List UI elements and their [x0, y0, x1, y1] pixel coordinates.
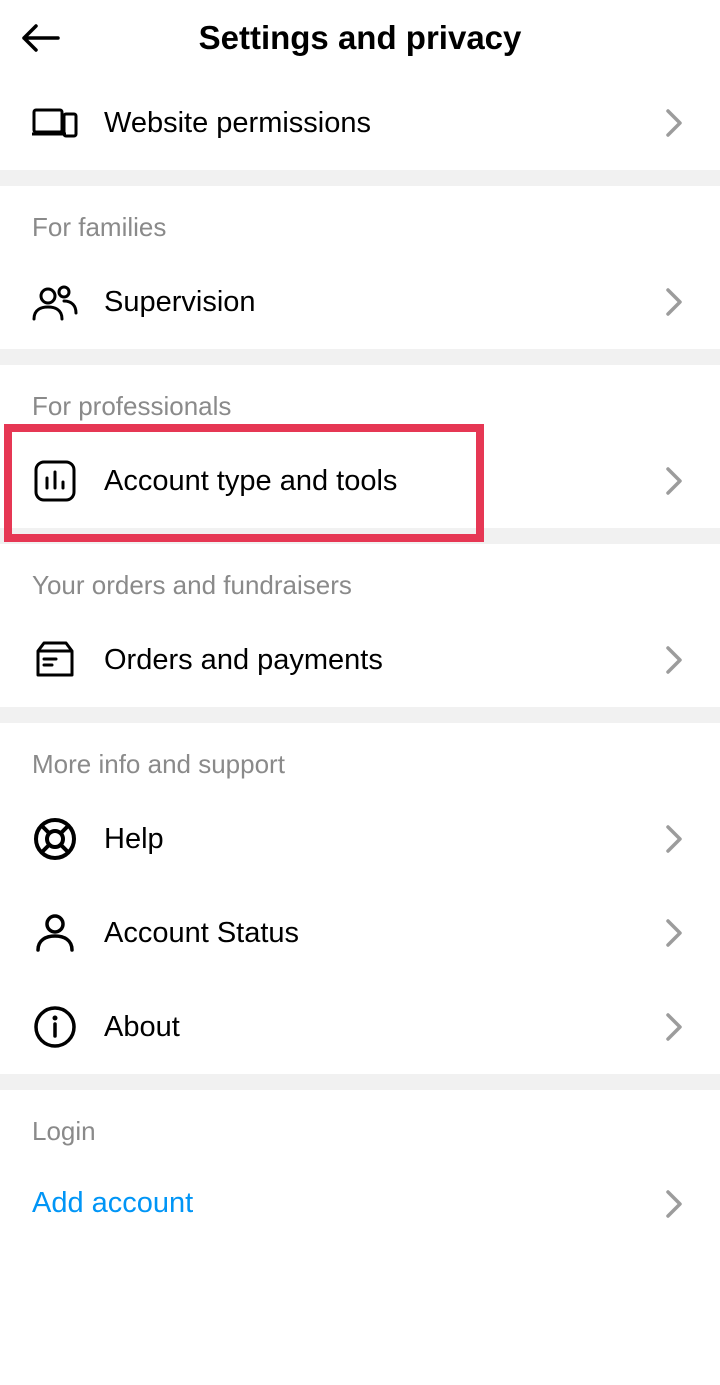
person-icon — [32, 910, 78, 956]
section-header-login: Login — [0, 1090, 720, 1159]
item-label: Help — [104, 823, 660, 856]
chevron-right-icon — [660, 1013, 688, 1041]
page-title: Settings and privacy — [64, 19, 656, 57]
item-label: Supervision — [104, 286, 660, 319]
chart-icon — [32, 458, 78, 504]
website-permissions-item[interactable]: Website permissions — [0, 76, 720, 170]
chevron-right-icon — [660, 1190, 688, 1218]
section-divider — [0, 1074, 720, 1090]
back-button[interactable] — [16, 14, 64, 62]
section-divider — [0, 349, 720, 365]
chevron-right-icon — [660, 825, 688, 853]
add-account-item[interactable]: Add account — [0, 1159, 720, 1220]
info-icon — [32, 1004, 78, 1050]
account-type-tools-item[interactable]: Account type and tools — [0, 434, 720, 528]
people-icon — [32, 279, 78, 325]
chevron-right-icon — [660, 646, 688, 674]
about-item[interactable]: About — [0, 980, 720, 1074]
item-label: About — [104, 1011, 660, 1044]
section-divider — [0, 528, 720, 544]
section-header-orders: Your orders and fundraisers — [0, 544, 720, 613]
section-header-professionals: For professionals — [0, 365, 720, 434]
chevron-right-icon — [660, 288, 688, 316]
item-label: Account type and tools — [104, 465, 660, 498]
help-item[interactable]: Help — [0, 792, 720, 886]
item-label: Account Status — [104, 917, 660, 950]
header: Settings and privacy — [0, 0, 720, 76]
package-icon — [32, 637, 78, 683]
orders-payments-item[interactable]: Orders and payments — [0, 613, 720, 707]
chevron-right-icon — [660, 919, 688, 947]
item-label: Add account — [32, 1187, 660, 1220]
section-header-support: More info and support — [0, 723, 720, 792]
section-divider — [0, 707, 720, 723]
chevron-right-icon — [660, 467, 688, 495]
chevron-right-icon — [660, 109, 688, 137]
section-header-families: For families — [0, 186, 720, 255]
account-status-item[interactable]: Account Status — [0, 886, 720, 980]
item-label: Website permissions — [104, 107, 660, 140]
supervision-item[interactable]: Supervision — [0, 255, 720, 349]
devices-icon — [32, 100, 78, 146]
section-divider — [0, 170, 720, 186]
arrow-left-icon — [18, 16, 62, 60]
item-label: Orders and payments — [104, 644, 660, 677]
lifebuoy-icon — [32, 816, 78, 862]
